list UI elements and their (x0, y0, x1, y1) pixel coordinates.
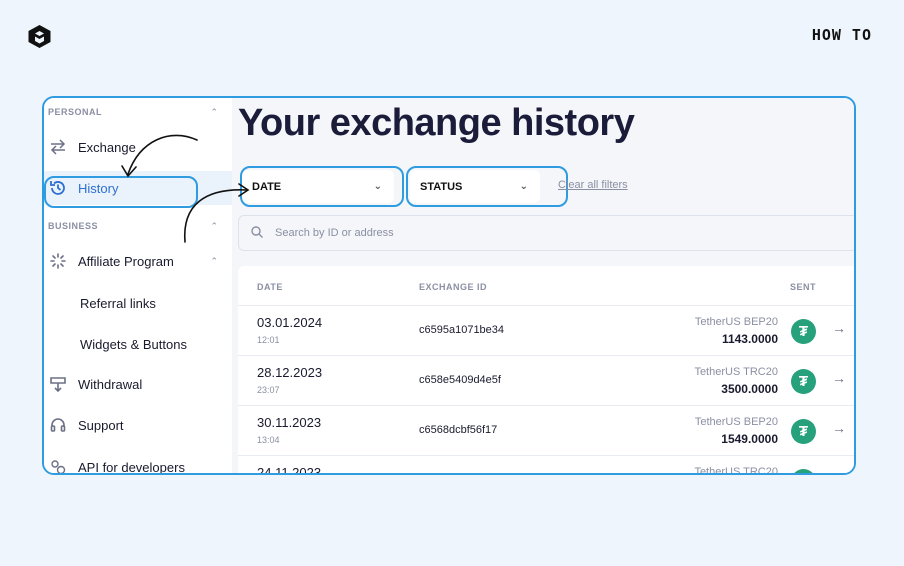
table-row[interactable]: 30.11.2023 13:04 c6568dcbf56f17 TetherUS… (238, 405, 854, 455)
column-header-date: DATE (257, 282, 283, 292)
exchange-arrows-icon (48, 137, 68, 157)
sidebar-item-withdrawal[interactable]: Withdrawal (44, 367, 232, 401)
tether-coin-icon: ₮ (791, 469, 816, 473)
sidebar-item-exchange[interactable]: Exchange (44, 130, 232, 164)
history-table: DATE EXCHANGE ID SENT 03.01.2024 12:01 c… (238, 266, 854, 475)
search-icon (251, 225, 263, 241)
row-amount: 3500.0000 (721, 382, 778, 396)
row-time: 12:01 (257, 335, 280, 345)
arrow-right-icon[interactable]: → (832, 320, 846, 336)
row-amount: 1549.0000 (721, 432, 778, 446)
tether-coin-icon: ₮ (791, 319, 816, 344)
column-header-sent: SENT (789, 282, 816, 292)
tether-coin-icon: ₮ (791, 369, 816, 394)
sidebar-item-label: Support (78, 417, 124, 433)
withdrawal-icon (48, 374, 68, 394)
chevron-up-icon[interactable]: ⌃ (210, 221, 218, 232)
table-row[interactable]: 24.11.2023 TetherUS TRC20 ₮ (238, 455, 854, 475)
sidebar-item-api[interactable]: API for developers (44, 450, 232, 475)
row-date: 28.12.2023 (257, 365, 323, 380)
clear-filters-link[interactable]: Clear all filters (558, 179, 628, 191)
row-date: 24.11.2023 (257, 465, 322, 475)
row-currency: TetherUS BEP20 (694, 316, 778, 328)
sidebar-item-affiliate[interactable]: Affiliate Program ⌃ (44, 244, 232, 278)
arrow-right-icon[interactable]: → (832, 420, 846, 436)
gears-icon (48, 457, 68, 473)
sidebar-item-label: Exchange (78, 139, 136, 155)
sidebar: PERSONAL ⌃ Exchange History BUSINESS ⌃ A… (44, 98, 232, 473)
sidebar-item-support[interactable]: Support (44, 408, 232, 442)
row-time: 23:07 (257, 385, 280, 395)
search-bar (238, 215, 854, 251)
history-highlight (44, 176, 198, 208)
headset-icon (48, 415, 68, 435)
table-row[interactable]: 03.01.2024 12:01 c6595a1071be34 TetherUS… (238, 305, 854, 355)
row-exchange-id: c658e5409d4e5f (419, 374, 501, 386)
row-date: 03.01.2024 (257, 315, 323, 330)
chevron-up-icon[interactable]: ⌃ (210, 107, 218, 118)
table-row[interactable]: 28.12.2023 23:07 c658e5409d4e5f TetherUS… (238, 355, 854, 405)
row-currency: TetherUS TRC20 (694, 466, 778, 475)
column-header-exchange-id: EXCHANGE ID (419, 282, 488, 292)
section-personal: PERSONAL (48, 107, 103, 117)
app-window: PERSONAL ⌃ Exchange History BUSINESS ⌃ A… (42, 96, 856, 475)
loader-icon (48, 251, 68, 271)
row-currency: TetherUS BEP20 (694, 416, 778, 428)
sidebar-item-label: Affiliate Program (78, 253, 174, 269)
sidebar-item-label: API for developers (78, 459, 185, 475)
row-date: 30.11.2023 (257, 415, 322, 430)
sidebar-subitem-referral[interactable]: Referral links (80, 296, 156, 311)
row-exchange-id: c6595a1071be34 (419, 324, 505, 336)
main-content: Your exchange history DATE ⌄ STATUS ⌄ Cl… (232, 98, 854, 473)
arrow-right-icon[interactable]: → (832, 370, 846, 386)
row-exchange-id: c6568dcbf56f17 (419, 424, 498, 436)
sidebar-subitem-widgets[interactable]: Widgets & Buttons (80, 337, 187, 352)
cube-logo-icon (28, 25, 51, 48)
section-business: BUSINESS (48, 221, 99, 231)
chevron-up-icon[interactable]: ⌃ (210, 256, 218, 267)
status-filter-highlight (406, 166, 568, 207)
row-currency: TetherUS TRC20 (694, 366, 778, 378)
row-time: 13:04 (257, 435, 280, 445)
how-to-label: HOW TO (811, 26, 872, 44)
date-filter-highlight (240, 166, 404, 207)
row-amount: 1143.0000 (721, 332, 778, 346)
search-input[interactable] (275, 227, 675, 239)
tether-coin-icon: ₮ (791, 419, 816, 444)
sidebar-item-label: Withdrawal (78, 376, 143, 392)
page-title: Your exchange history (238, 102, 635, 144)
